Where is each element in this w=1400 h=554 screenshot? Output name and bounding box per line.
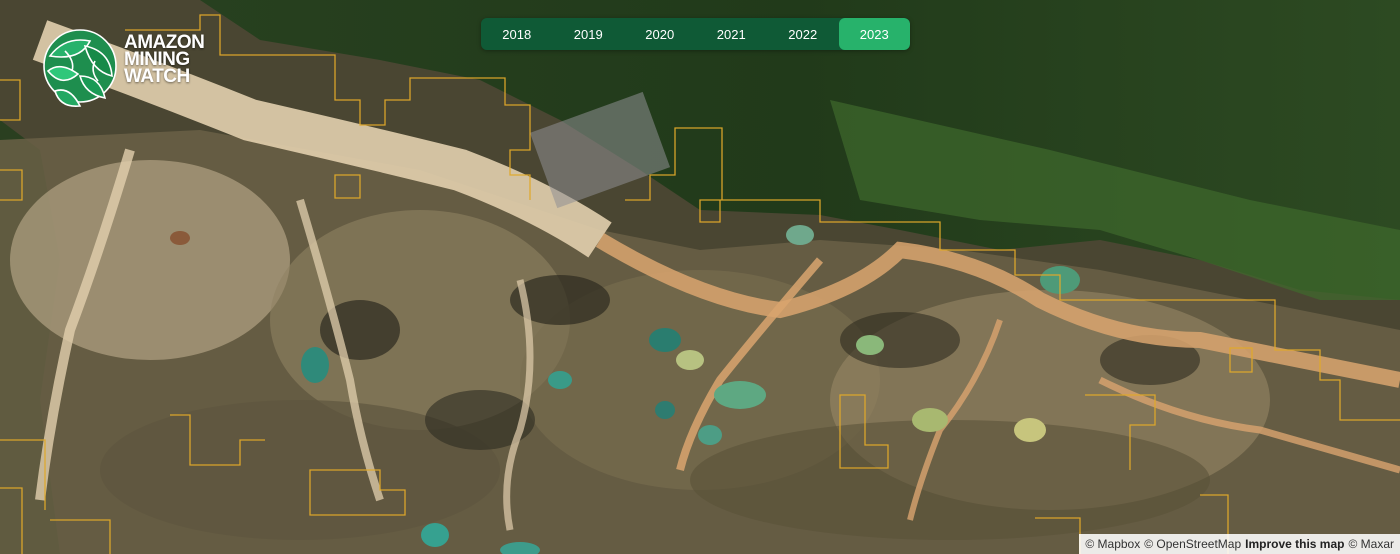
improve-map-link[interactable]: Improve this map [1245,537,1344,551]
leaf-cluster-icon [43,29,117,108]
brand-line-3: WATCH [124,66,190,87]
maxar-attribution-link[interactable]: © Maxar [1348,537,1394,551]
brand-wordmark: AMAZON MINING WATCH [124,33,205,87]
year-toggle: 2018 2019 2020 2021 2022 2023 [481,18,910,50]
amazon-mining-watch-logo: AMAZON MINING WATCH [20,16,210,126]
year-2022-button[interactable]: 2022 [767,18,839,50]
osm-attribution-link[interactable]: © OpenStreetMap [1144,537,1241,551]
year-2019-button[interactable]: 2019 [553,18,625,50]
year-2020-button[interactable]: 2020 [624,18,696,50]
year-2023-button[interactable]: 2023 [838,18,910,50]
year-2021-button[interactable]: 2021 [696,18,768,50]
map-attribution: © Mapbox © OpenStreetMap Improve this ma… [1079,534,1400,554]
satellite-map[interactable] [0,0,1400,554]
year-2018-button[interactable]: 2018 [481,18,553,50]
mapbox-attribution-link[interactable]: © Mapbox [1085,537,1140,551]
